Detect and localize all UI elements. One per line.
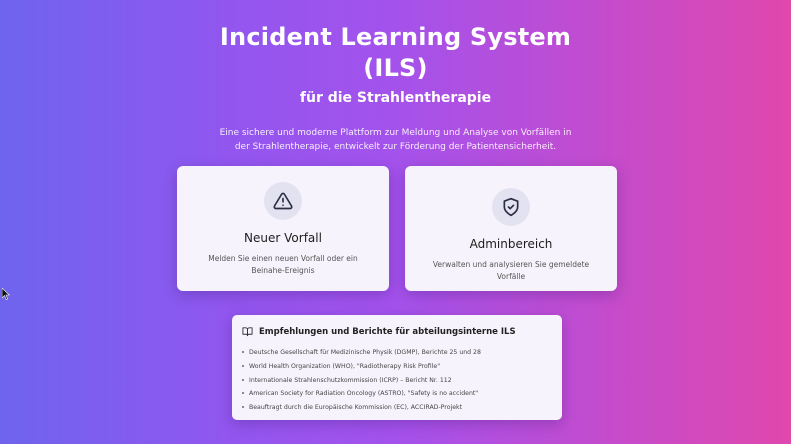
list-item: Beauftragt durch die Europäische Kommiss…: [242, 401, 481, 415]
warning-triangle-icon: [264, 182, 302, 220]
shield-check-icon: [492, 188, 530, 226]
book-open-icon: [242, 326, 253, 337]
references-heading-row: Empfehlungen und Berichte für abteilungs…: [242, 326, 516, 337]
admin-area-text: Verwalten und analysieren Sie gemeldete …: [432, 260, 590, 281]
page-subtitle: für die Strahlentherapie: [299, 90, 492, 106]
admin-area-title: Adminbereich: [469, 237, 553, 251]
new-incident-title: Neuer Vorfall: [244, 231, 322, 245]
mouse-cursor-icon: [1, 285, 10, 304]
references-list: Deutsche Gesellschaft für Medizinische P…: [242, 346, 481, 415]
list-item: Internationale Strahlenschutzkommission …: [242, 374, 481, 388]
new-incident-card[interactable]: Neuer Vorfall Melden Sie einen neuen Vor…: [177, 166, 389, 291]
list-item: World Health Organization (WHO), "Radiot…: [242, 360, 481, 374]
list-item: American Society for Radiation Oncology …: [242, 387, 481, 401]
references-heading: Empfehlungen und Berichte für abteilungs…: [259, 326, 516, 337]
hero-section: Incident Learning System (ILS) für die S…: [0, 22, 791, 154]
admin-area-card[interactable]: Adminbereich Verwalten und analysieren S…: [405, 166, 617, 291]
references-panel: Empfehlungen und Berichte für abteilungs…: [232, 315, 562, 420]
new-incident-text: Melden Sie einen neuen Vorfall oder ein …: [208, 254, 358, 275]
page-title: Incident Learning System (ILS): [219, 23, 572, 82]
list-item: Deutsche Gesellschaft für Medizinische P…: [242, 346, 481, 360]
page-description: Eine sichere und moderne Plattform zur M…: [219, 128, 572, 152]
